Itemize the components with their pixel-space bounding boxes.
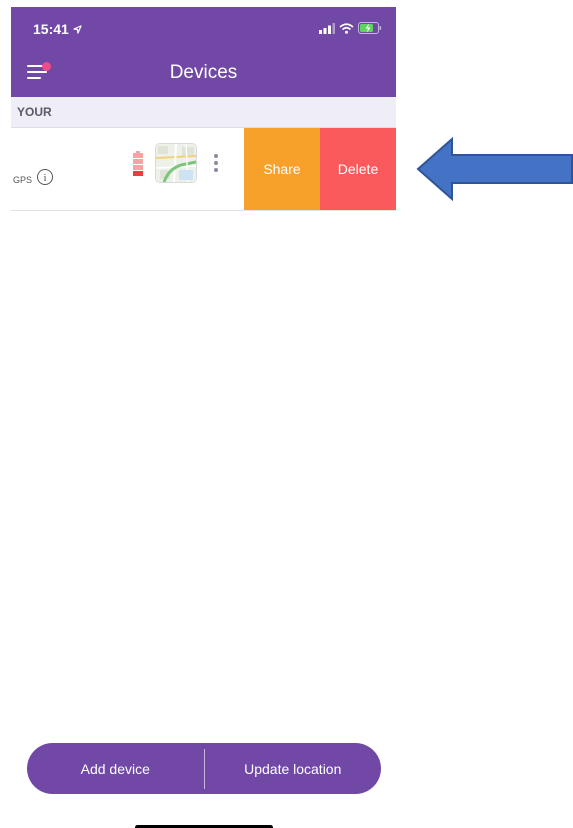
add-device-button[interactable]: Add device: [27, 743, 204, 794]
status-icons: [319, 22, 382, 34]
more-options-icon[interactable]: [212, 154, 220, 174]
share-button[interactable]: Share: [244, 128, 320, 210]
wifi-icon: [339, 22, 354, 34]
status-time: 15:41: [33, 21, 69, 37]
annotation-arrow-left-icon: [416, 137, 573, 201]
screenshot-canvas: 15:41 Devices YOUR GPS i Share Delete Ad…: [0, 0, 573, 828]
info-icon[interactable]: i: [37, 169, 53, 185]
app-header: 15:41 Devices: [11, 7, 396, 97]
phone-screen: 15:41 Devices YOUR GPS i Share Delete Ad…: [11, 7, 396, 828]
signal-icon: [319, 22, 335, 34]
location-arrow-icon: [73, 25, 82, 34]
section-label: YOUR: [17, 105, 52, 119]
bottom-action-bar: Add device Update location: [27, 743, 381, 794]
battery-charging-icon: [358, 22, 382, 34]
section-header: YOUR: [11, 97, 396, 128]
device-row[interactable]: GPS i Share Delete: [11, 128, 396, 211]
low-battery-icon: [133, 151, 143, 176]
page-title: Devices: [169, 62, 238, 83]
map-thumbnail[interactable]: [156, 144, 196, 182]
delete-button[interactable]: Delete: [320, 128, 396, 210]
device-name-fragment: GPS: [13, 175, 33, 185]
update-location-button[interactable]: Update location: [205, 743, 382, 794]
